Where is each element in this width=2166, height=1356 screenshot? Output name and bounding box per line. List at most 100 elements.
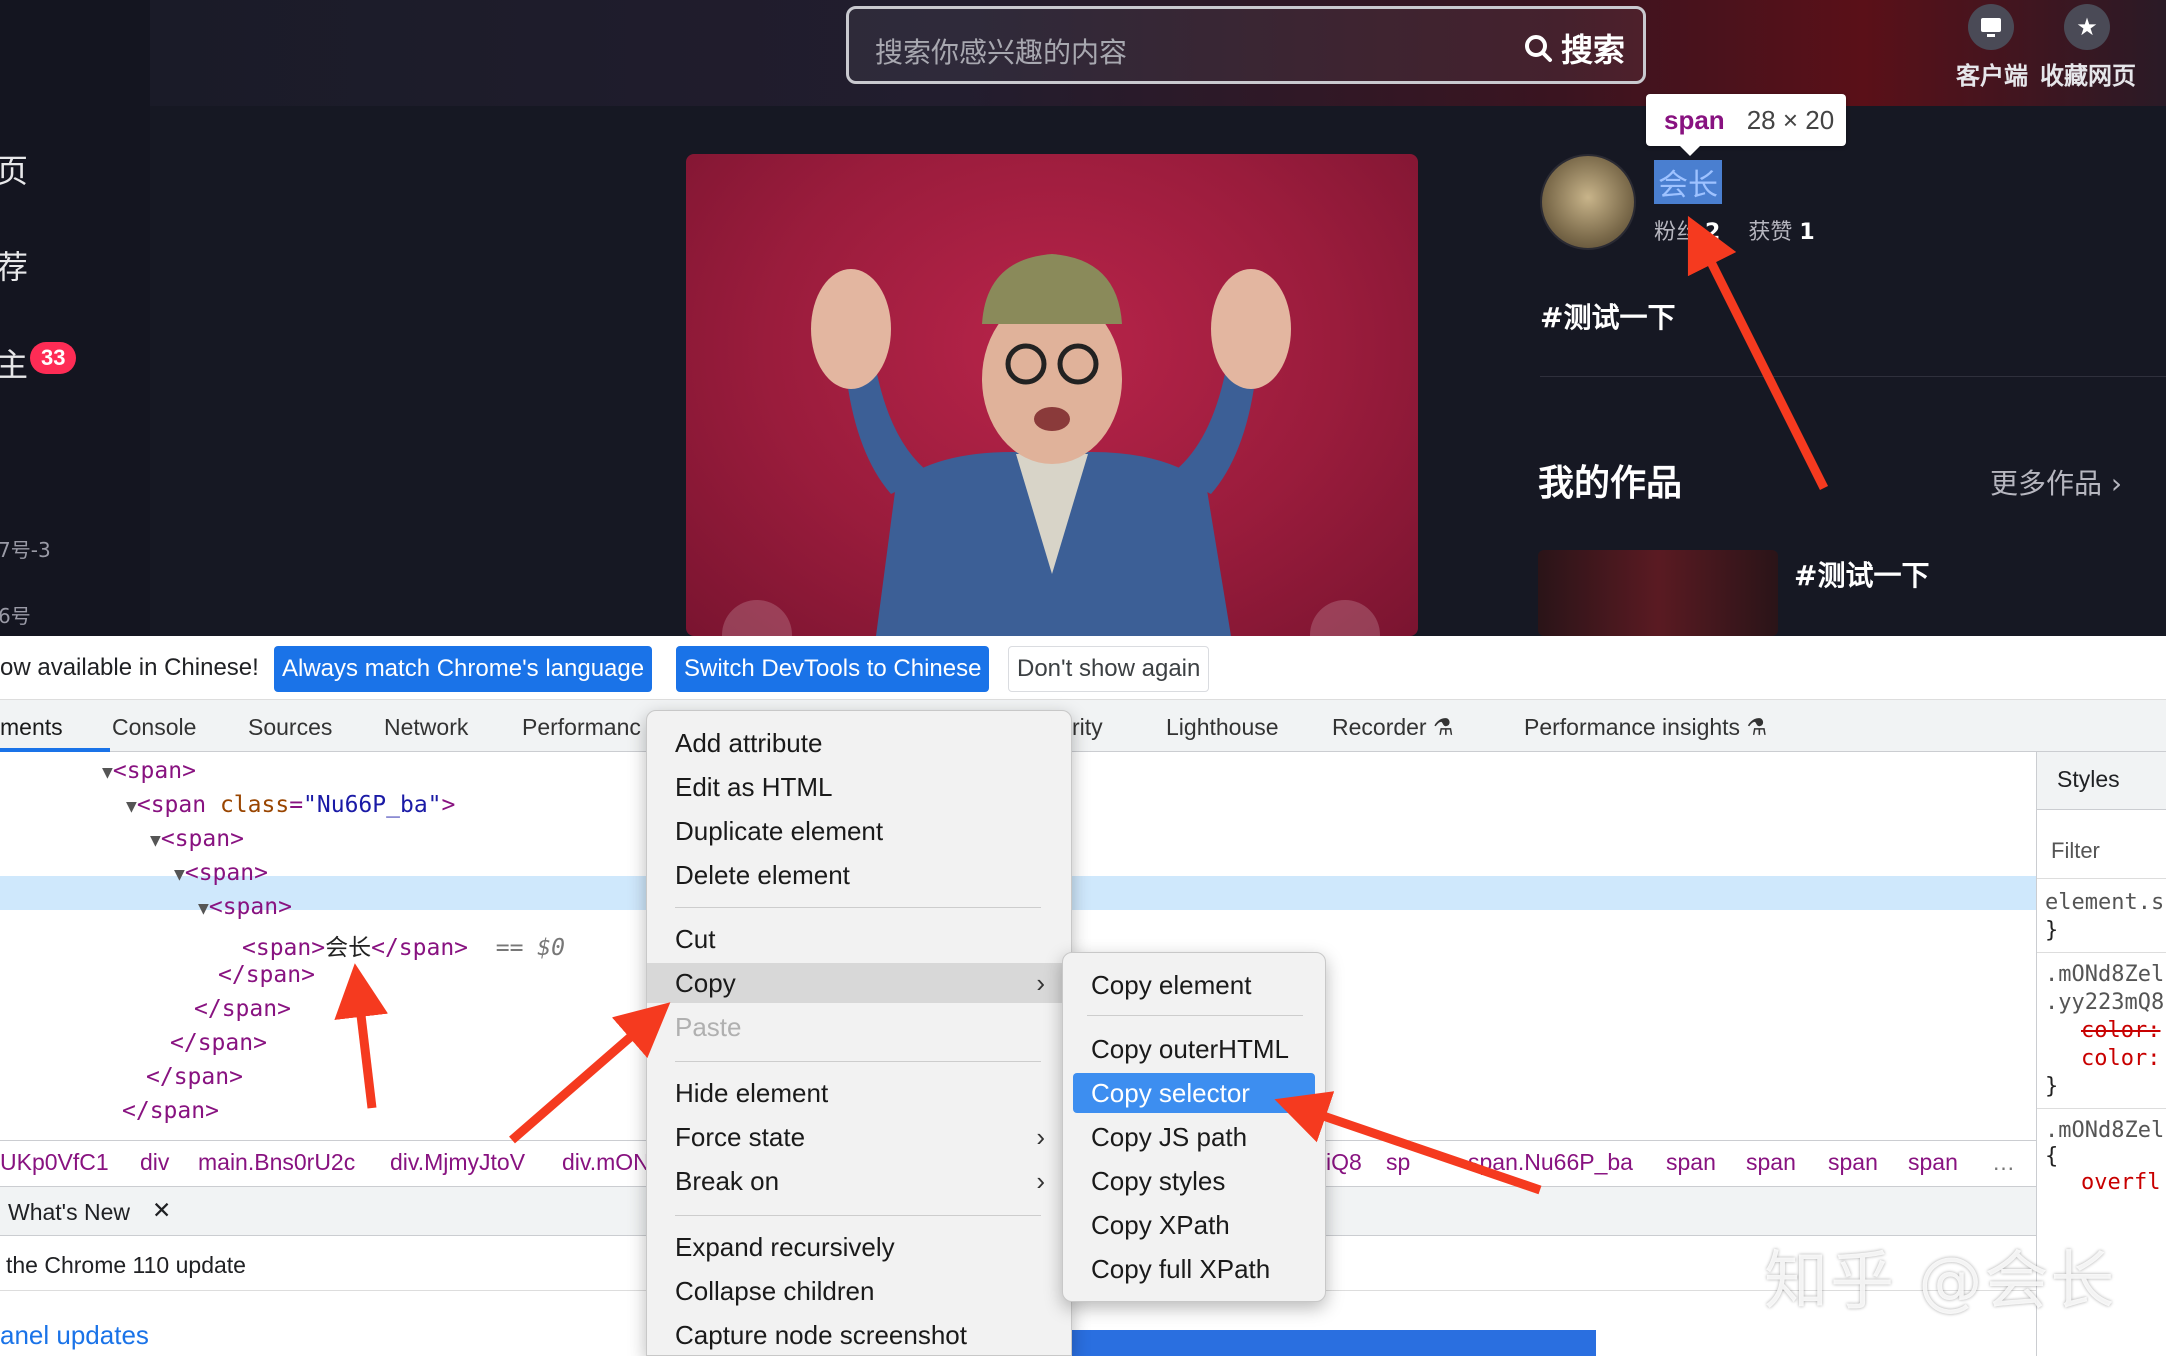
divider (2037, 1108, 2166, 1109)
menu-item-edit-as-html[interactable]: Edit as HTML (647, 767, 1071, 807)
expand-triangle-icon[interactable]: ▼ (174, 864, 185, 885)
menu-item-expand-recursively[interactable]: Expand recursively (647, 1227, 1071, 1267)
dom-close-tag[interactable]: </span> (170, 1030, 267, 1056)
bookmark-page-link[interactable]: 收藏网页 (2040, 56, 2136, 91)
close-icon[interactable]: ✕ (152, 1197, 171, 1224)
menu-item-copy-styles[interactable]: Copy styles (1063, 1161, 1325, 1201)
menu-item-collapse-children[interactable]: Collapse children (647, 1271, 1071, 1311)
chevron-right-icon: › (1036, 1165, 1045, 1196)
video-hashtag[interactable]: #测试一下 (1540, 296, 1675, 336)
dont-show-again-button[interactable]: Don't show again (1008, 646, 1210, 692)
dom-node[interactable]: ▼<span> (102, 758, 196, 784)
menu-item-add-attribute[interactable]: Add attribute (647, 723, 1071, 763)
breadcrumb-item[interactable]: div (140, 1149, 169, 1176)
menu-item-copy-label: Copy (675, 967, 736, 998)
css-selector: element.s (2045, 890, 2165, 915)
css-property-overridden[interactable]: color: (2081, 1018, 2160, 1043)
video-player[interactable] (686, 154, 1418, 636)
always-match-language-button[interactable]: Always match Chrome's language (274, 646, 653, 692)
work-thumbnail[interactable] (1538, 550, 1778, 636)
breadcrumb-item[interactable]: UKp0VfC1 (0, 1149, 109, 1176)
work-title[interactable]: #测试一下 (1794, 554, 1929, 594)
menu-item-copy-outerhtml[interactable]: Copy outerHTML (1063, 1029, 1325, 1069)
tab-recorder[interactable]: Recorder ⚗ (1332, 714, 1454, 741)
dom-close-tag[interactable]: </span> (218, 962, 315, 988)
menu-item-copy-full-xpath[interactable]: Copy full XPath (1063, 1249, 1325, 1289)
menu-item-break-on[interactable]: Break on › (647, 1161, 1071, 1201)
inspect-tooltip: span 28 × 20 (1646, 94, 1846, 156)
menu-item-copy-selector[interactable]: Copy selector (1073, 1073, 1315, 1113)
divider (1540, 376, 2166, 377)
menu-item-delete-element[interactable]: Delete element (647, 855, 1071, 895)
menu-item-capture-node-screenshot[interactable]: Capture node screenshot (647, 1315, 1071, 1355)
tab-styles[interactable]: Styles (2057, 766, 2120, 793)
breadcrumb-item[interactable]: div.mON (562, 1149, 650, 1176)
sidebar-item-recommend[interactable]: 荐 (0, 242, 28, 288)
dom-node-selected[interactable]: <span>会长</span> == $0 (242, 928, 565, 962)
username[interactable]: 会长 (1654, 160, 1722, 204)
dom-node[interactable]: ▼<span> (150, 826, 244, 852)
css-property[interactable]: color: (2081, 1046, 2160, 1071)
my-works-heading: 我的作品 (1538, 463, 1683, 504)
tab-lighthouse[interactable]: Lighthouse (1166, 714, 1279, 741)
panel-updates-link[interactable]: anel updates (0, 1320, 149, 1351)
dom-node[interactable]: ▼<span> (174, 860, 268, 886)
breadcrumb-item[interactable]: span.Nu66P_ba (1468, 1149, 1633, 1176)
tab-performance-insights[interactable]: Performance insights ⚗ (1524, 714, 1767, 741)
monitor-icon[interactable] (1968, 4, 2014, 50)
menu-item-cut[interactable]: Cut (647, 919, 1071, 959)
expand-triangle-icon[interactable]: ▼ (150, 830, 161, 851)
dom-close-tag[interactable]: </span> (146, 1064, 243, 1090)
tab-security[interactable]: rity (1072, 714, 1103, 741)
menu-item-copy-element[interactable]: Copy element (1063, 965, 1325, 1005)
css-selector: .mONd8Zel (2045, 1118, 2165, 1143)
tab-sources[interactable]: Sources (248, 714, 332, 741)
css-property[interactable]: overfl (2081, 1170, 2160, 1195)
css-brace: } (2045, 918, 2059, 943)
search-input[interactable]: 搜索你感兴趣的内容 (875, 31, 1127, 71)
styles-filter-input[interactable]: Filter (2051, 838, 2100, 864)
tab-elements[interactable]: ments (0, 714, 63, 741)
breadcrumb-item[interactable]: div.MjmyJtoV (390, 1149, 525, 1176)
dom-close-tag[interactable]: </span> (194, 996, 291, 1022)
expand-triangle-icon[interactable]: ▼ (102, 762, 113, 783)
star-icon[interactable]: ★ (2064, 4, 2110, 50)
breadcrumb-item[interactable]: span (1666, 1149, 1716, 1176)
avatar[interactable] (1540, 154, 1636, 250)
dom-close-tag[interactable]: </span> (122, 1098, 219, 1124)
menu-item-force-state[interactable]: Force state › (647, 1117, 1071, 1157)
tab-console[interactable]: Console (112, 714, 196, 741)
search-box[interactable]: 搜索你感兴趣的内容 搜索 (846, 6, 1646, 84)
tab-performance[interactable]: Performanc (522, 714, 641, 741)
breadcrumb-item[interactable]: iQ8 (1326, 1149, 1362, 1176)
menu-item-hide-element[interactable]: Hide element (647, 1073, 1071, 1113)
menu-item-copy-xpath[interactable]: Copy XPath (1063, 1205, 1325, 1245)
dom-node[interactable]: ▼<span> (198, 894, 292, 920)
dom-node[interactable]: ▼<span class="Nu66P_ba"> (126, 792, 455, 818)
breadcrumb-item[interactable]: span (1908, 1149, 1958, 1176)
breadcrumb-item[interactable]: main.Bns0rU2c (198, 1149, 355, 1176)
breadcrumb-overflow[interactable]: … (1992, 1149, 2015, 1176)
menu-item-paste[interactable]: Paste (647, 1007, 1071, 1047)
breadcrumb-item[interactable]: span (1828, 1149, 1878, 1176)
sidebar-item-follow[interactable]: 主 (0, 340, 28, 386)
sidebar-item-home[interactable]: 页 (0, 146, 28, 192)
menu-item-copy[interactable]: Copy › (647, 963, 1071, 1003)
more-works-link[interactable]: 更多作品 › (1990, 462, 2122, 502)
expand-triangle-icon[interactable]: ▼ (198, 898, 209, 919)
menu-item-copy-js-path[interactable]: Copy JS path (1063, 1117, 1325, 1157)
menu-item-duplicate-element[interactable]: Duplicate element (647, 811, 1071, 851)
footer-text: 7号-3 (0, 538, 51, 562)
tab-recorder-label: Recorder (1332, 714, 1427, 740)
client-download-link[interactable]: 客户端 (1956, 56, 2028, 91)
search-button[interactable]: 搜索 (1523, 25, 1625, 71)
breadcrumb-item[interactable]: span (1746, 1149, 1796, 1176)
switch-devtools-chinese-button[interactable]: Switch DevTools to Chinese (676, 646, 990, 692)
infobar-message: ow available in Chinese! (0, 654, 259, 681)
breadcrumb-item[interactable]: sp (1386, 1149, 1410, 1176)
tab-network[interactable]: Network (384, 714, 468, 741)
styles-tabbar: Styles (2037, 752, 2166, 810)
video-frame-figure (811, 254, 1291, 636)
expand-triangle-icon[interactable]: ▼ (126, 796, 137, 817)
tab-whats-new[interactable]: What's New (8, 1199, 130, 1226)
